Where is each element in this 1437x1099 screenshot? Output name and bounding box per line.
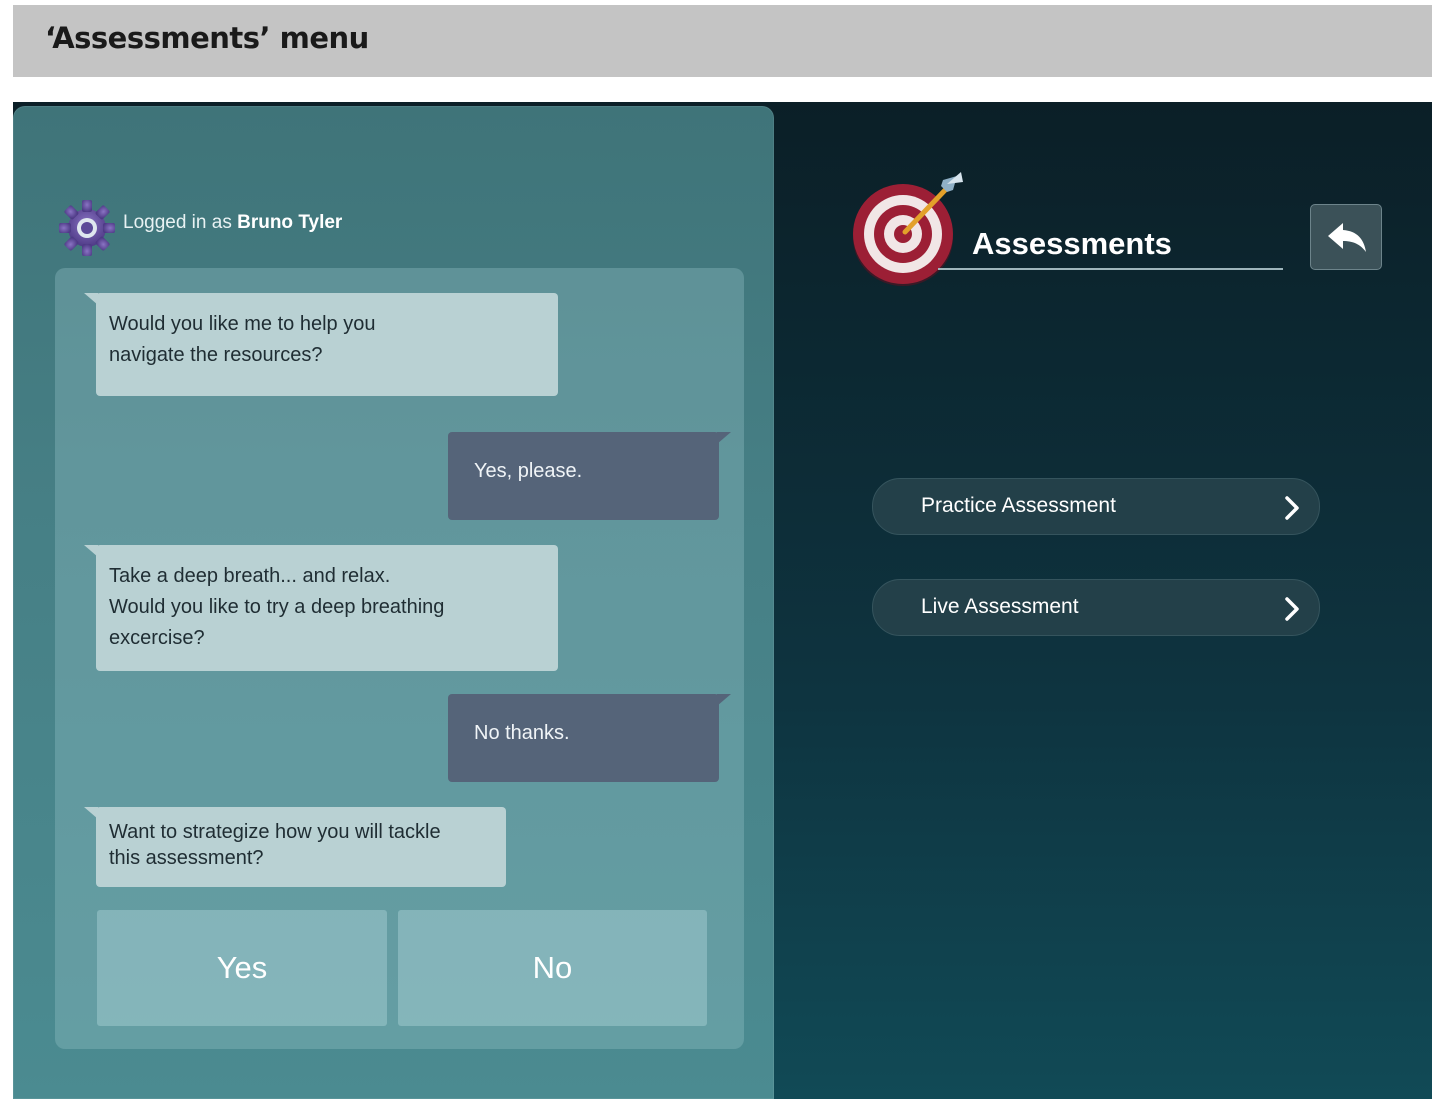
app-screen: Logged in as Bruno Tyler Would you like … <box>13 102 1432 1099</box>
yes-button[interactable]: Yes <box>97 910 387 1026</box>
login-text: Logged in as Bruno Tyler <box>123 212 342 234</box>
message-line: excercise? <box>109 627 205 649</box>
menu-item-label: Live Assessment <box>921 595 1079 618</box>
gear-icon <box>59 200 115 256</box>
title-bar: ‘Assessments’ menu <box>13 5 1432 77</box>
message-line: Take a deep breath... and relax. <box>109 565 391 587</box>
message-line: Want to strategize how you will tackle <box>109 821 441 843</box>
live-assessment-button[interactable]: Live Assessment <box>872 579 1320 636</box>
user-name: Bruno Tyler <box>237 212 343 233</box>
menu-item-label: Practice Assessment <box>921 494 1116 517</box>
back-button[interactable] <box>1310 204 1382 270</box>
message-line: Would you like to try a deep breathing <box>109 596 445 618</box>
bot-message: Take a deep breath... and relax. Would y… <box>84 545 558 671</box>
practice-assessment-button[interactable]: Practice Assessment <box>872 478 1320 535</box>
message-line: this assessment? <box>109 847 264 869</box>
page-title: ‘Assessments’ menu <box>45 21 369 55</box>
chevron-right-icon <box>1285 496 1299 520</box>
user-message: Yes, please. <box>448 432 731 520</box>
no-button[interactable]: No <box>398 910 707 1026</box>
message-line: Yes, please. <box>474 460 583 482</box>
back-arrow-icon <box>1328 223 1366 252</box>
message-line: Would you like me to help you <box>109 313 376 335</box>
message-line: No thanks. <box>474 722 570 744</box>
chat-area: Would you like me to help you navigate t… <box>55 268 744 1049</box>
message-line: navigate the resources? <box>109 344 323 366</box>
bot-message: Would you like me to help you navigate t… <box>84 293 558 396</box>
assessments-title: Assessments <box>972 226 1172 261</box>
title-underline <box>938 268 1283 270</box>
chat-panel: Logged in as Bruno Tyler Would you like … <box>13 106 774 1099</box>
user-message: No thanks. <box>448 694 731 782</box>
bot-message: Want to strategize how you will tackle t… <box>84 807 506 887</box>
chevron-right-icon <box>1285 597 1299 621</box>
login-prefix: Logged in as <box>123 212 232 233</box>
